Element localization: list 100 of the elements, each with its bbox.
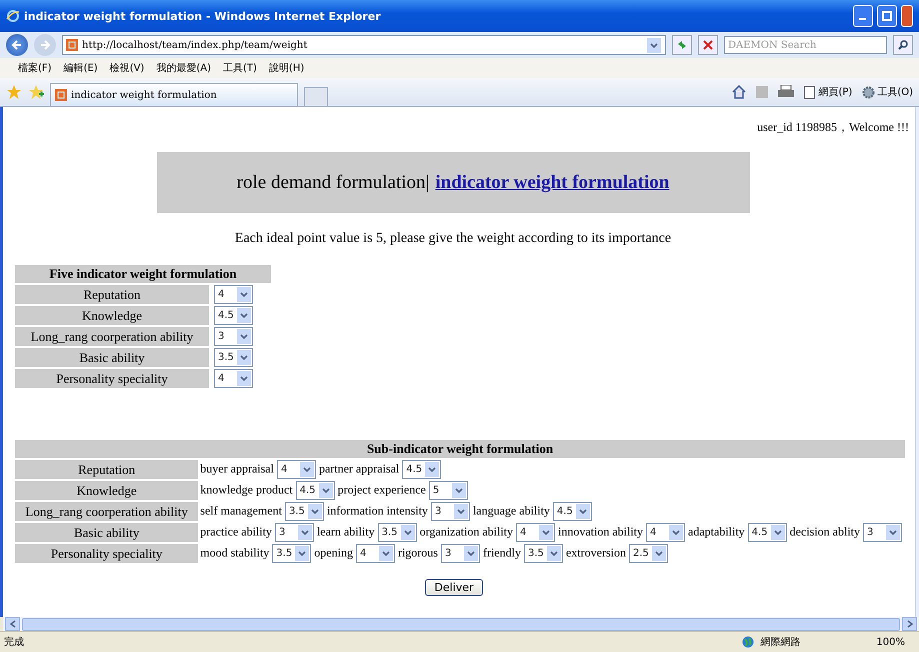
search-icon — [898, 40, 908, 50]
weight-dropdown[interactable]: 3.5 — [272, 544, 312, 563]
back-button[interactable] — [6, 34, 28, 56]
weight-dropdown[interactable]: 4.5 — [552, 502, 592, 521]
table-header: Five indicator weight formulation — [15, 265, 271, 283]
menu-item[interactable]: 編輯(E) — [64, 61, 98, 75]
browser-tab[interactable]: indicator weight formulation — [50, 83, 298, 106]
window-title: indicator weight formulation - Windows Internet Explorer — [24, 10, 382, 22]
caret-icon — [237, 308, 251, 323]
menu-item[interactable]: 說明(H) — [268, 61, 304, 75]
row-label: Long_rang coorperation ability — [15, 502, 198, 521]
sub-indicator-label: knowledge product — [200, 482, 293, 496]
caret-icon — [647, 38, 661, 52]
gear-icon — [862, 86, 876, 98]
sub-indicator-label: friendly — [482, 545, 521, 560]
weight-dropdown[interactable]: 3 — [430, 502, 470, 521]
stop-button[interactable] — [698, 35, 718, 55]
sub-indicator-label: practice ability — [200, 524, 272, 538]
row-label: Long_rang coorperation ability — [15, 327, 209, 346]
weight-dropdown[interactable]: 4 — [356, 544, 395, 563]
vertical-scrollbar[interactable] — [915, 107, 919, 617]
weight-dropdown[interactable]: 4.5 — [296, 481, 335, 500]
minimize-button[interactable] — [853, 5, 873, 27]
sub-indicator-label: extroversion — [566, 545, 626, 560]
menu-item[interactable]: 檢視(V) — [110, 61, 144, 75]
globe-icon — [742, 636, 754, 648]
nav-text: role demand formulation| — [236, 172, 430, 194]
close-button[interactable] — [901, 5, 913, 27]
page-icon — [55, 89, 67, 101]
deliver-button[interactable]: Deliver — [425, 579, 483, 596]
caret-icon — [464, 546, 478, 561]
sub-indicator-label: self management — [200, 503, 282, 518]
sub-indicator-label: rigorous — [398, 545, 438, 560]
menu-item[interactable]: 我的最愛(A) — [156, 61, 211, 75]
row-label: Basic ability — [15, 523, 198, 542]
weight-dropdown[interactable]: 4.5 — [214, 306, 253, 325]
caret-icon — [770, 525, 785, 540]
caret-icon — [300, 462, 314, 477]
caret-icon — [652, 546, 666, 561]
weight-dropdown[interactable]: 4 — [214, 369, 253, 388]
address-field[interactable]: http://localhost/team/index.php/team/weight — [62, 35, 666, 55]
browser-logo-icon — [6, 9, 20, 23]
weight-dropdown[interactable]: 3 — [274, 523, 314, 542]
status-text: 完成 — [4, 636, 25, 649]
page-icon — [804, 86, 816, 98]
sub-indicator-label: innovation ability — [558, 524, 644, 538]
caret-icon — [237, 371, 251, 386]
weight-dropdown[interactable]: 4.5 — [402, 460, 442, 479]
weight-dropdown[interactable]: 3.5 — [378, 523, 417, 542]
horizontal-scrollbar[interactable] — [3, 617, 919, 631]
weight-dropdown[interactable]: 4 — [516, 523, 556, 542]
tools-menu[interactable]: 工具(O) — [862, 85, 913, 99]
caret-icon — [576, 504, 590, 519]
home-icon[interactable] — [732, 85, 746, 99]
caret-icon — [452, 483, 466, 498]
sub-indicator-label: partner appraisal — [318, 461, 400, 476]
search-button[interactable] — [893, 35, 913, 55]
weight-dropdown[interactable]: 3 — [440, 544, 480, 563]
row-label: Knowledge — [15, 481, 198, 500]
maximize-button[interactable] — [877, 5, 897, 27]
close-icon — [703, 40, 713, 50]
caret-icon — [454, 504, 468, 519]
caret-icon — [318, 483, 333, 498]
nav-link[interactable]: indicator weight formulation — [435, 172, 670, 194]
sub-indicator-label: language ability — [472, 503, 550, 518]
sub-indicator-label: buyer appraisal — [200, 461, 274, 476]
weight-dropdown[interactable]: 3.5 — [214, 348, 253, 367]
caret-icon — [237, 287, 251, 302]
forward-arrow-icon — [39, 39, 51, 51]
printer-icon[interactable] — [778, 85, 794, 99]
weight-dropdown[interactable]: 3 — [214, 327, 253, 346]
weight-dropdown[interactable]: 3.5 — [524, 544, 563, 563]
caret-icon — [425, 462, 440, 477]
sub-indicator-label: organization ability — [420, 524, 514, 538]
caret-icon — [237, 329, 251, 344]
weight-dropdown[interactable]: 5 — [428, 481, 468, 500]
row-label: Personality speciality — [15, 544, 198, 563]
weight-dropdown[interactable]: 4 — [276, 460, 316, 479]
weight-dropdown[interactable]: 4 — [646, 523, 686, 542]
caret-icon — [539, 525, 554, 540]
weight-dropdown[interactable]: 3 — [863, 523, 902, 542]
welcome-text: user_id 1198985，Welcome !!! — [757, 119, 909, 136]
menu-item[interactable]: 工具(T) — [223, 61, 257, 75]
weight-dropdown[interactable]: 4 — [214, 285, 253, 304]
caret-icon — [546, 546, 561, 561]
row-label: Reputation — [15, 460, 198, 479]
row-label: Reputation — [15, 285, 209, 304]
weight-dropdown[interactable]: 2.5 — [628, 544, 668, 563]
search-field[interactable]: DAEMON Search — [724, 36, 887, 54]
caret-icon — [378, 546, 393, 561]
weight-dropdown[interactable]: 3.5 — [284, 502, 324, 521]
menu-item[interactable]: 檔案(F) — [18, 61, 52, 75]
star-icon — [6, 84, 22, 100]
weight-dropdown[interactable]: 4.5 — [748, 523, 787, 542]
page-menu[interactable]: 網頁(P) — [804, 85, 852, 99]
refresh-button[interactable] — [672, 35, 692, 55]
zoom-control[interactable]: 100% — [876, 636, 905, 648]
sub-indicator-label: decision ablity — [790, 524, 860, 538]
row-label: Knowledge — [15, 306, 209, 325]
caret-icon — [237, 350, 251, 365]
